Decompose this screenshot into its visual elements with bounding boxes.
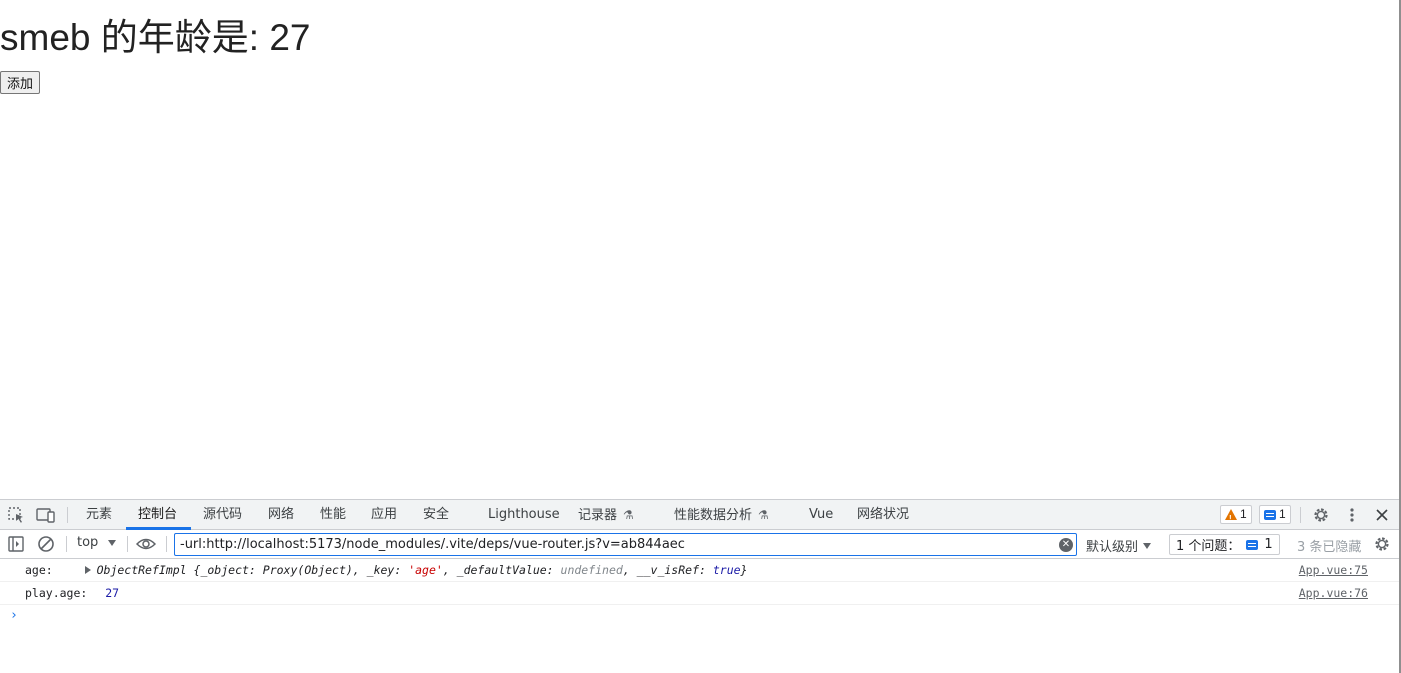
object-part: Proxy(Object) bbox=[262, 563, 353, 577]
object-part: , _key: bbox=[352, 563, 409, 577]
toolbar-divider bbox=[166, 536, 167, 552]
messages-count: 1 bbox=[1279, 507, 1286, 521]
tab-recorder[interactable]: 记录器 ⚗ bbox=[578, 500, 634, 530]
issues-label: 1 个问题： bbox=[1176, 539, 1241, 554]
object-part: {_object: bbox=[193, 563, 263, 577]
toolbar-divider bbox=[127, 536, 128, 552]
issues-button[interactable]: 1 个问题： 1 bbox=[1169, 534, 1280, 555]
tab-performance[interactable]: 性能 bbox=[320, 500, 346, 530]
tab-application[interactable]: 应用 bbox=[371, 500, 397, 530]
tab-console[interactable]: 控制台 bbox=[138, 500, 177, 530]
inspect-element-icon[interactable] bbox=[6, 505, 26, 525]
tab-performance-insights[interactable]: 性能数据分析 ⚗ bbox=[674, 500, 769, 530]
tab-elements[interactable]: 元素 bbox=[86, 500, 112, 530]
sidebar-toggle-icon[interactable] bbox=[6, 534, 26, 554]
warning-icon bbox=[1225, 509, 1237, 527]
log-level-value: 默认级别 bbox=[1086, 540, 1139, 555]
object-part: , _defaultValue: bbox=[442, 563, 561, 577]
object-undefined-value: undefined bbox=[560, 563, 623, 577]
page-heading: smeb 的年龄是: 27 bbox=[0, 17, 311, 58]
tab-security[interactable]: 安全 bbox=[423, 500, 449, 530]
source-link[interactable]: App.vue:75 bbox=[1299, 559, 1368, 581]
log-label: age: bbox=[25, 563, 53, 577]
object-string-value: 'age' bbox=[408, 563, 443, 577]
log-level-dropdown[interactable]: 默认级别 bbox=[1086, 536, 1152, 555]
devtools-tabbar: 元素 控制台 源代码 网络 性能 应用 安全 Lighthouse 记录器 ⚗ 性… bbox=[0, 500, 1399, 530]
settings-gear-icon[interactable] bbox=[1311, 505, 1331, 525]
console-filter-input[interactable] bbox=[174, 533, 1077, 556]
log-label: play.age: bbox=[25, 586, 88, 600]
flask-icon: ⚗ bbox=[623, 508, 634, 522]
tabbar-divider bbox=[67, 507, 68, 523]
object-part: , __v_isRef: bbox=[622, 563, 713, 577]
close-devtools-icon[interactable] bbox=[1372, 505, 1392, 525]
chevron-down-icon bbox=[1143, 542, 1152, 549]
tab-recorder-label: 记录器 bbox=[578, 508, 618, 523]
messages-badge[interactable]: 1 bbox=[1259, 505, 1291, 524]
warnings-count: 1 bbox=[1240, 507, 1247, 521]
chevron-down-icon bbox=[108, 539, 117, 546]
console-settings-gear-icon[interactable] bbox=[1372, 534, 1392, 554]
tab-lighthouse[interactable]: Lighthouse bbox=[488, 500, 560, 530]
log-number-value: 27 bbox=[105, 586, 120, 600]
object-type: ObjectRefImpl bbox=[96, 563, 187, 577]
object-part: } bbox=[740, 563, 748, 577]
tab-network-conditions[interactable]: 网络状况 bbox=[857, 500, 909, 530]
console-messages: age: ObjectRefImpl {_object: Proxy(Objec… bbox=[0, 559, 1399, 623]
hidden-messages-count: 3 条已隐藏 bbox=[1297, 540, 1362, 555]
console-message-text: age: ObjectRefImpl {_object: Proxy(Objec… bbox=[25, 559, 747, 581]
log-object[interactable]: ObjectRefImpl {_object: Proxy(Object), _… bbox=[97, 563, 748, 577]
tab-vue[interactable]: Vue bbox=[809, 500, 833, 530]
console-toolbar: top ✕ 默认级别 1 个问题： 1 3 条已隐藏 bbox=[0, 530, 1399, 559]
clear-console-icon[interactable] bbox=[36, 534, 56, 554]
expand-triangle-icon[interactable] bbox=[84, 566, 91, 574]
tab-sources[interactable]: 源代码 bbox=[203, 500, 242, 530]
flask-icon: ⚗ bbox=[758, 508, 769, 522]
devtools-panel: 元素 控制台 源代码 网络 性能 应用 安全 Lighthouse 记录器 ⚗ 性… bbox=[0, 499, 1399, 673]
console-message: age: ObjectRefImpl {_object: Proxy(Objec… bbox=[0, 559, 1399, 582]
issues-count: 1 bbox=[1264, 537, 1273, 552]
context-value: top bbox=[77, 535, 99, 550]
live-expression-eye-icon[interactable] bbox=[136, 534, 156, 554]
more-options-icon[interactable] bbox=[1342, 505, 1362, 525]
tabbar-divider bbox=[1300, 507, 1301, 523]
context-selector[interactable]: top bbox=[77, 535, 117, 550]
clear-filter-icon[interactable]: ✕ bbox=[1059, 538, 1073, 552]
source-link[interactable]: App.vue:76 bbox=[1299, 582, 1368, 604]
warnings-badge[interactable]: 1 bbox=[1220, 505, 1252, 527]
tab-performance-insights-label: 性能数据分析 bbox=[674, 508, 753, 523]
console-prompt-icon[interactable]: › bbox=[10, 608, 18, 623]
toolbar-divider bbox=[66, 536, 67, 552]
message-icon bbox=[1246, 539, 1259, 550]
tab-network[interactable]: 网络 bbox=[268, 500, 294, 530]
console-message-text: play.age: 27 bbox=[25, 582, 119, 604]
console-message: play.age: 27 App.vue:76 bbox=[0, 582, 1399, 605]
page-viewport: smeb 的年龄是: 27 添加 bbox=[0, 0, 1399, 499]
message-icon bbox=[1264, 509, 1276, 520]
add-button[interactable]: 添加 bbox=[0, 71, 41, 94]
device-toolbar-icon[interactable] bbox=[36, 505, 56, 525]
object-boolean-value: true bbox=[712, 563, 741, 577]
